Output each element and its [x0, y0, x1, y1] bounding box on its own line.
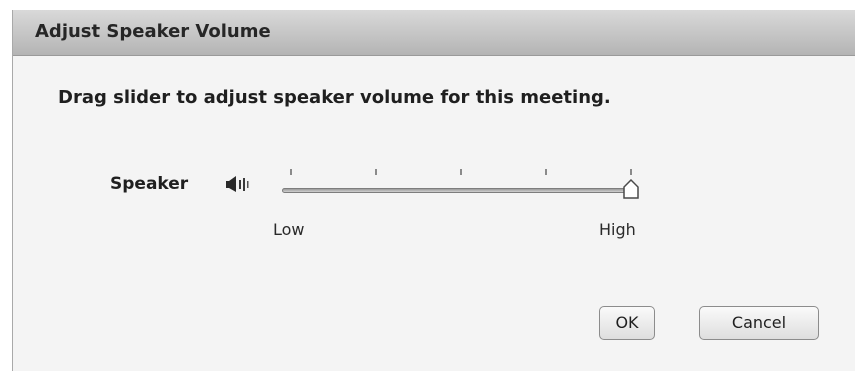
slider-min-label: Low	[273, 220, 305, 239]
slider-tick	[290, 169, 292, 175]
slider-max-label: High	[599, 220, 636, 239]
dialog-title: Adjust Speaker Volume	[35, 21, 271, 42]
slider-tick	[630, 169, 632, 175]
adjust-speaker-volume-dialog: Adjust Speaker Volume Drag slider to adj…	[12, 10, 855, 371]
slider-tick	[375, 169, 377, 175]
slider-thumb[interactable]	[623, 178, 639, 199]
instruction-text: Drag slider to adjust speaker volume for…	[58, 87, 611, 108]
speaker-volume-icon	[225, 174, 255, 194]
slider-tick	[545, 169, 547, 175]
ok-button[interactable]: OK	[599, 306, 655, 340]
dialog-title-bar[interactable]: Adjust Speaker Volume	[13, 10, 855, 56]
slider-track[interactable]	[282, 188, 635, 193]
speaker-label: Speaker	[110, 174, 189, 194]
speaker-volume-slider[interactable]: Low High	[273, 165, 655, 239]
cancel-button[interactable]: Cancel	[699, 306, 819, 340]
slider-tick	[460, 169, 462, 175]
